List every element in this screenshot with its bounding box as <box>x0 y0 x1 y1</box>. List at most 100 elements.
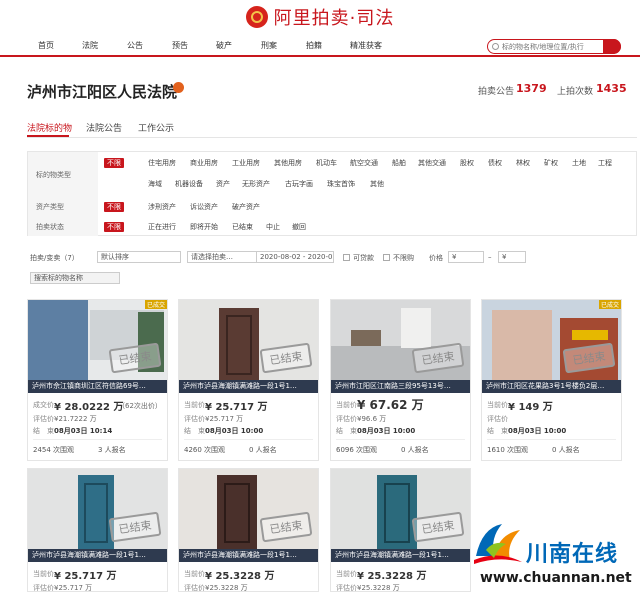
current-price: ¥ 25.717 万 <box>54 571 117 582</box>
end-label: 结 束 <box>336 427 357 435</box>
filter-option[interactable]: 航空交通 <box>350 158 378 168</box>
notice-count: 1379 <box>516 82 547 95</box>
tab-work-public[interactable]: 工作公示 <box>138 121 174 134</box>
signup-count: 0 人报名 <box>552 446 580 454</box>
auction-card[interactable]: 已结束 泸州市泸县海潮镇满滩路一段1号1… 当前价 ¥ 25.3228 万评估价 ¥25… <box>330 468 471 592</box>
filter-option[interactable]: 股权 <box>460 158 474 168</box>
card-photo[interactable]: 已结束 <box>331 469 470 549</box>
nav-item-preview[interactable]: 预告 <box>172 40 188 51</box>
filter-option[interactable]: 船舶 <box>392 158 406 168</box>
search-box[interactable] <box>487 39 621 54</box>
nav-item-listing[interactable]: 拍籍 <box>306 40 322 51</box>
view-count: 6096 次围观 <box>336 446 378 454</box>
nav-item-notice[interactable]: 公告 <box>127 40 143 51</box>
filter-option[interactable]: 古玩字画 <box>285 179 313 189</box>
filter-option[interactable]: 土地 <box>572 158 586 168</box>
date-range-input[interactable]: 2020-08-02 - 2020-08 <box>256 251 334 263</box>
filter-option[interactable]: 其他 <box>370 179 384 189</box>
type-select[interactable]: 拍卖/变卖（7） <box>30 253 79 263</box>
filter-option[interactable]: 住宅用房 <box>148 158 176 168</box>
auction-card[interactable]: 已结束 泸州市泸县海潮镇满滩路一段1号1… 当前价 ¥ 25.717 万评估价 ¥25.… <box>27 468 168 592</box>
nav-item-criminal[interactable]: 刑案 <box>261 40 277 51</box>
card-title[interactable]: 泸州市江阳区江南路三段95号13号… <box>331 380 470 393</box>
filter-status-all[interactable]: 不限 <box>104 222 124 232</box>
nolimit-checkbox[interactable] <box>383 254 390 261</box>
card-title[interactable]: 泸州市泸县海潮镇满滩路一段1号1… <box>28 549 167 562</box>
card-title[interactable]: 泸州市泸县海潮镇满滩路一段1号1… <box>331 549 470 562</box>
search-button[interactable] <box>603 39 621 54</box>
card-photo[interactable]: 已结束 <box>331 300 470 380</box>
filter-option[interactable]: 已结束 <box>232 222 253 232</box>
site-logo-text[interactable]: 阿里拍卖·司法 <box>274 4 395 30</box>
end-time: 08月03日 10:00 <box>357 427 416 435</box>
filter-item-type-all[interactable]: 不限 <box>104 158 124 168</box>
card-photo[interactable]: 已结束 已成交 <box>482 300 621 380</box>
filter-option[interactable]: 海域 <box>148 179 162 189</box>
card-title[interactable]: 泸州市泸县海潮镇满滩路一段1号1… <box>179 549 318 562</box>
card-photo[interactable]: 已结束 <box>179 300 318 380</box>
appraisal-label: 评估价 <box>336 415 357 423</box>
price-label: 价格 <box>429 254 443 262</box>
verified-badge-icon <box>173 82 184 93</box>
auction-card[interactable]: 已结束 已成交 泸州市佘江镇商圳江区符信路69号… 成交价 ¥ 28.0222 万（62… <box>27 299 168 461</box>
tab-court-notices[interactable]: 法院公告 <box>86 121 122 134</box>
search-icon <box>492 43 499 50</box>
filter-option[interactable]: 即将开始 <box>190 222 218 232</box>
price-max-input[interactable]: ¥ <box>498 251 526 263</box>
auction-card[interactable]: 已结束 泸州市泸县海潮镇满滩路一段1号1… 当前价 ¥ 25.717 万评估价 ¥25.… <box>178 299 319 461</box>
filter-option[interactable]: 撤回 <box>292 222 306 232</box>
watermark-url: www.chuannan.net <box>480 570 632 586</box>
nav-item-court[interactable]: 法院 <box>82 40 98 51</box>
card-title[interactable]: 泸州市佘江镇商圳江区符信路69号… <box>28 380 167 393</box>
price-min-input[interactable]: ¥ <box>448 251 484 263</box>
current-price: ¥ 25.717 万 <box>205 402 268 413</box>
tab-court-items[interactable]: 法院标的物 <box>27 121 72 134</box>
filter-option[interactable]: 林权 <box>516 158 530 168</box>
filter-option[interactable]: 资产 <box>216 179 230 189</box>
filter-option[interactable]: 商业用房 <box>190 158 218 168</box>
current-price: ¥ 25.3228 万 <box>357 571 427 582</box>
deal-badge: 已成交 <box>144 300 167 309</box>
nav-item-bankruptcy[interactable]: 破产 <box>216 40 232 51</box>
filter-option[interactable]: 中止 <box>266 222 280 232</box>
view-count: 4260 次围观 <box>184 446 226 454</box>
auction-card[interactable]: 已结束 已成交 泸州市江阳区花果路3号1号楼负2层… 当前价 ¥ 149 万评估价结 束… <box>481 299 622 461</box>
sort-select[interactable]: 默认排序 <box>97 251 181 263</box>
auction-card[interactable]: 已结束 泸州市泸县海潮镇满滩路一段1号1… 当前价 ¥ 25.3228 万评估价 ¥25… <box>178 468 319 592</box>
sort-toolbar: 拍卖/变卖（7） 默认排序 请选择拍卖… 2020-08-02 - 2020-0… <box>27 251 637 287</box>
auction-card[interactable]: 已结束 泸州市江阳区江南路三段95号13号… 当前价 ¥ 67.62 万评估价 ¥96.… <box>330 299 471 461</box>
nav-item-precise[interactable]: 精准获客 <box>350 40 382 51</box>
card-photo[interactable]: 已结束 已成交 <box>28 300 167 380</box>
filter-option[interactable]: 涉刑资产 <box>148 202 176 212</box>
filter-option[interactable]: 债权 <box>488 158 502 168</box>
card-title[interactable]: 泸州市泸县海潮镇满滩路一段1号1… <box>179 380 318 393</box>
filter-option[interactable]: 其他用房 <box>274 158 302 168</box>
card-title[interactable]: 泸州市江阳区花果路3号1号楼负2层… <box>482 380 621 393</box>
price-label: 当前价 <box>487 401 508 409</box>
search-input[interactable] <box>502 42 592 51</box>
filter-label-asset-type: 资产类型 <box>28 197 98 217</box>
auction-count: 1435 <box>596 82 627 95</box>
loan-checkbox[interactable] <box>343 254 350 261</box>
filter-option[interactable]: 珠宝首饰 <box>327 179 355 189</box>
filter-option[interactable]: 工业用房 <box>232 158 260 168</box>
filter-option[interactable]: 无形资产 <box>242 179 270 189</box>
filter-option[interactable]: 其他交通 <box>418 158 446 168</box>
nav-item-home[interactable]: 首页 <box>38 40 54 51</box>
filter-option[interactable]: 破产资产 <box>232 202 260 212</box>
filter-option[interactable]: 正在进行 <box>148 222 176 232</box>
end-label: 结 束 <box>184 427 205 435</box>
item-name-search-placeholder: 搜索标的物名称 <box>34 274 83 282</box>
filter-option[interactable]: 工程 <box>598 158 612 168</box>
filter-option[interactable]: 诉讼资产 <box>190 202 218 212</box>
card-photo[interactable]: 已结束 <box>179 469 318 549</box>
filter-option[interactable]: 机动车 <box>316 158 337 168</box>
card-divider <box>487 439 616 440</box>
card-divider <box>184 439 313 440</box>
filter-option[interactable]: 机器设备 <box>175 179 203 189</box>
filter-option[interactable]: 矿权 <box>544 158 558 168</box>
price-label: 当前价 <box>184 570 205 578</box>
item-name-search[interactable]: 搜索标的物名称 <box>30 272 120 284</box>
filter-asset-type-all[interactable]: 不限 <box>104 202 124 212</box>
card-photo[interactable]: 已结束 <box>28 469 167 549</box>
